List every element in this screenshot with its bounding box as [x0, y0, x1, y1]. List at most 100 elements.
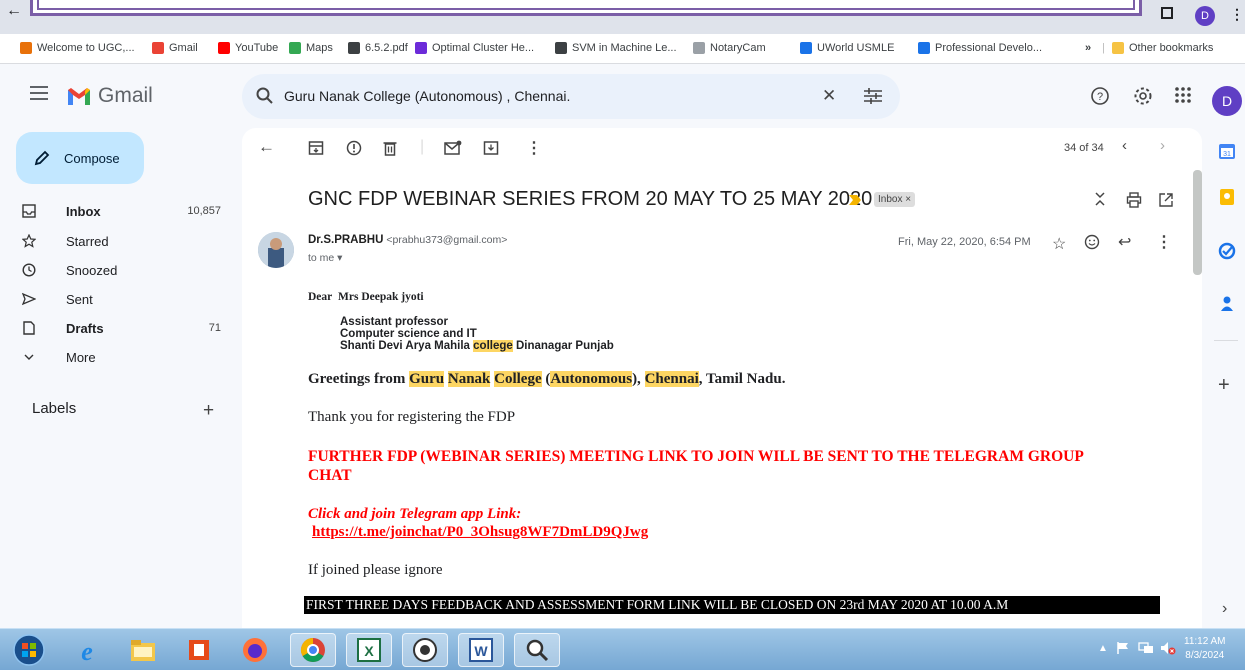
- other-bookmarks[interactable]: Other bookmarks: [1112, 42, 1213, 54]
- red-notice-line-2: CHAT: [308, 467, 352, 484]
- subject-text: GNC FDP WEBINAR SERIES FROM 20 MAY TO 25…: [308, 188, 873, 210]
- bookmark-item[interactable]: Gmail: [152, 42, 198, 54]
- more-actions-icon[interactable]: ⋮: [526, 138, 542, 158]
- nav-item-inbox[interactable]: Inbox 10,857: [0, 197, 235, 226]
- bookmark-item[interactable]: Maps: [289, 42, 333, 54]
- clear-search-icon[interactable]: ✕: [822, 86, 836, 106]
- inbox-label-chip[interactable]: Inbox ×: [874, 192, 916, 207]
- browser-tab-strip: ← D ⋮: [0, 0, 1245, 34]
- open-new-window-icon[interactable]: [1158, 192, 1174, 208]
- draft-icon: [22, 321, 36, 335]
- start-button[interactable]: [6, 633, 52, 667]
- help-icon[interactable]: ?: [1090, 86, 1110, 106]
- older-chevron-icon[interactable]: ›: [1160, 137, 1165, 154]
- firefox-icon[interactable]: [232, 633, 278, 667]
- nav-item-starred[interactable]: Starred: [0, 227, 235, 256]
- bookmark-item[interactable]: 6.5.2.pdf: [348, 42, 408, 54]
- importance-marker-icon[interactable]: [848, 194, 862, 206]
- bookmark-label: UWorld USMLE: [817, 42, 895, 54]
- screen-recorder-icon[interactable]: [402, 633, 448, 667]
- apps-grid-icon[interactable]: [1174, 86, 1192, 104]
- search-bar[interactable]: Guru Nanak College (Autonomous) , Chenna…: [242, 74, 900, 119]
- delete-icon[interactable]: [382, 140, 398, 156]
- window-restore-icon[interactable]: [1161, 7, 1173, 19]
- message-more-icon[interactable]: ⋮: [1156, 232, 1172, 252]
- volume-muted-icon[interactable]: [1160, 641, 1176, 655]
- word-icon[interactable]: W: [458, 633, 504, 667]
- contacts-icon[interactable]: [1218, 294, 1236, 312]
- telegram-link[interactable]: https://t.me/joinchat/P0_3Ohsug8WF7DmLD9…: [312, 524, 648, 541]
- bookmark-item[interactable]: UWorld USMLE: [800, 42, 894, 54]
- bookmark-item[interactable]: NotaryCam: [693, 42, 766, 54]
- dear-prefix: Dear: [308, 291, 333, 303]
- gmail-logo[interactable]: Gmail: [66, 84, 153, 108]
- bookmark-label: Gmail: [169, 42, 198, 54]
- hide-side-panel-icon[interactable]: ›: [1222, 600, 1227, 618]
- network-icon[interactable]: [1138, 641, 1154, 655]
- back-arrow-icon[interactable]: ←: [6, 2, 22, 20]
- more-bookmarks-icon[interactable]: »: [1085, 42, 1091, 54]
- calendar-icon[interactable]: 31: [1218, 142, 1236, 160]
- greet-hl-3: College: [494, 371, 542, 387]
- bookmark-favicon-icon: [800, 42, 812, 54]
- emoji-react-icon[interactable]: [1084, 234, 1100, 250]
- newer-chevron-icon[interactable]: ‹: [1122, 137, 1127, 154]
- nav-item-label: Snoozed: [66, 263, 118, 278]
- chrome-icon[interactable]: [290, 633, 336, 667]
- search-icon[interactable]: [256, 87, 274, 105]
- system-clock[interactable]: 11:12 AM 8/3/2024: [1184, 635, 1226, 663]
- email-scrollbar[interactable]: [1193, 170, 1202, 275]
- search-input[interactable]: Guru Nanak College (Autonomous) , Chenna…: [284, 88, 570, 104]
- get-addons-icon[interactable]: +: [1218, 374, 1230, 397]
- bookmark-divider: |: [1102, 42, 1105, 54]
- bookmark-item[interactable]: YouTube: [218, 42, 278, 54]
- nav-item-drafts[interactable]: Drafts 71: [0, 314, 235, 343]
- greet-a: Greetings from: [308, 371, 410, 387]
- nav-item-more[interactable]: More: [0, 343, 235, 372]
- search-options-icon[interactable]: [864, 88, 882, 104]
- file-explorer-icon[interactable]: [120, 633, 166, 667]
- nav-item-count: 10,857: [187, 205, 221, 217]
- browser-menu-icon[interactable]: ⋮: [1230, 6, 1244, 23]
- office-icon[interactable]: [176, 633, 222, 667]
- add-label-button[interactable]: +: [203, 400, 214, 422]
- reply-icon[interactable]: ↩: [1118, 232, 1131, 252]
- bookmark-item[interactable]: Optimal Cluster He...: [415, 42, 534, 54]
- tasks-icon[interactable]: [1218, 242, 1236, 260]
- recipient-details-toggle[interactable]: to me ▾: [308, 252, 342, 264]
- magnifier-icon[interactable]: [514, 633, 560, 667]
- email-subject: GNC FDP WEBINAR SERIES FROM 20 MAY TO 25…: [308, 188, 872, 211]
- gmail-m-icon: [68, 88, 90, 105]
- nav-item-sent[interactable]: Sent: [0, 285, 235, 314]
- svg-text:?: ?: [1097, 91, 1103, 103]
- compose-button[interactable]: Compose: [16, 132, 144, 184]
- account-avatar[interactable]: D: [1212, 86, 1242, 116]
- bookmark-item[interactable]: Welcome to UGC,...: [20, 42, 135, 54]
- bookmark-item[interactable]: SVM in Machine Le...: [555, 42, 677, 54]
- bookmark-label: YouTube: [235, 42, 279, 54]
- action-center-flag-icon[interactable]: [1116, 641, 1130, 655]
- back-to-inbox-icon[interactable]: ←: [258, 137, 275, 157]
- settings-gear-icon[interactable]: [1133, 86, 1153, 106]
- address-line-1: Assistant professor: [340, 316, 449, 328]
- print-icon[interactable]: [1126, 192, 1142, 208]
- keep-icon[interactable]: [1218, 188, 1236, 206]
- show-hidden-icons[interactable]: ▲: [1098, 643, 1108, 654]
- bookmark-favicon-icon: [152, 42, 164, 54]
- profile-avatar[interactable]: D: [1195, 6, 1215, 26]
- expand-all-icon[interactable]: [1094, 190, 1106, 208]
- nav-item-label: Starred: [66, 234, 109, 249]
- bookmark-item[interactable]: Professional Develo...: [918, 42, 1042, 54]
- gmail-wordmark: Gmail: [98, 84, 153, 107]
- mark-unread-icon[interactable]: [444, 140, 462, 156]
- report-spam-icon[interactable]: [346, 140, 362, 156]
- star-icon[interactable]: ☆: [1052, 234, 1066, 254]
- archive-icon[interactable]: [308, 140, 324, 156]
- recipient-name: Mrs Deepak jyoti: [338, 291, 424, 303]
- nav-item-snoozed[interactable]: Snoozed: [0, 256, 235, 285]
- excel-icon[interactable]: X: [346, 633, 392, 667]
- side-panel: 31 + ›: [1206, 128, 1245, 628]
- main-menu-icon[interactable]: [30, 86, 48, 100]
- internet-explorer-icon[interactable]: e: [64, 633, 110, 667]
- move-to-icon[interactable]: [483, 140, 499, 156]
